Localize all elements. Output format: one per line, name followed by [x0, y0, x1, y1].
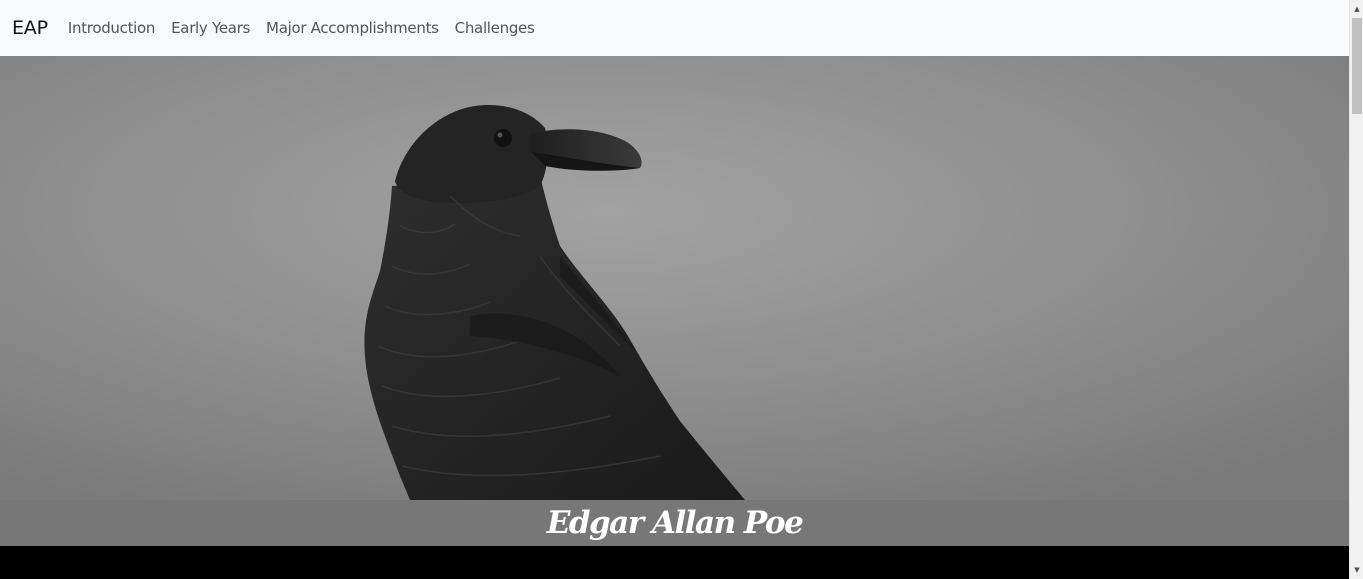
nav-links: Introduction Early Years Major Accomplis… [60, 19, 543, 37]
hero-title: Edgar Allan Poe [546, 505, 804, 541]
page-content-start [0, 546, 1349, 579]
page: EAP Introduction Early Years Major Accom… [0, 0, 1363, 579]
nav-link-challenges[interactable]: Challenges [447, 19, 543, 37]
scroll-down-arrow-icon[interactable]: ▼ [1350, 563, 1363, 577]
nav-link-early-years[interactable]: Early Years [163, 19, 258, 37]
hero-image [0, 56, 1349, 500]
raven-image [0, 56, 1349, 500]
scroll-up-arrow-icon[interactable]: ▲ [1350, 2, 1363, 16]
nav-link-major-accomplishments[interactable]: Major Accomplishments [258, 19, 447, 37]
brand-link[interactable]: EAP [12, 17, 48, 39]
hero-title-band: Edgar Allan Poe [0, 500, 1349, 546]
scroll-thumb[interactable] [1352, 18, 1362, 114]
raven-eye [494, 129, 512, 147]
top-navbar: EAP Introduction Early Years Major Accom… [0, 0, 1349, 56]
vertical-scrollbar[interactable]: ▲ ▼ [1349, 0, 1363, 579]
nav-link-introduction[interactable]: Introduction [60, 19, 163, 37]
